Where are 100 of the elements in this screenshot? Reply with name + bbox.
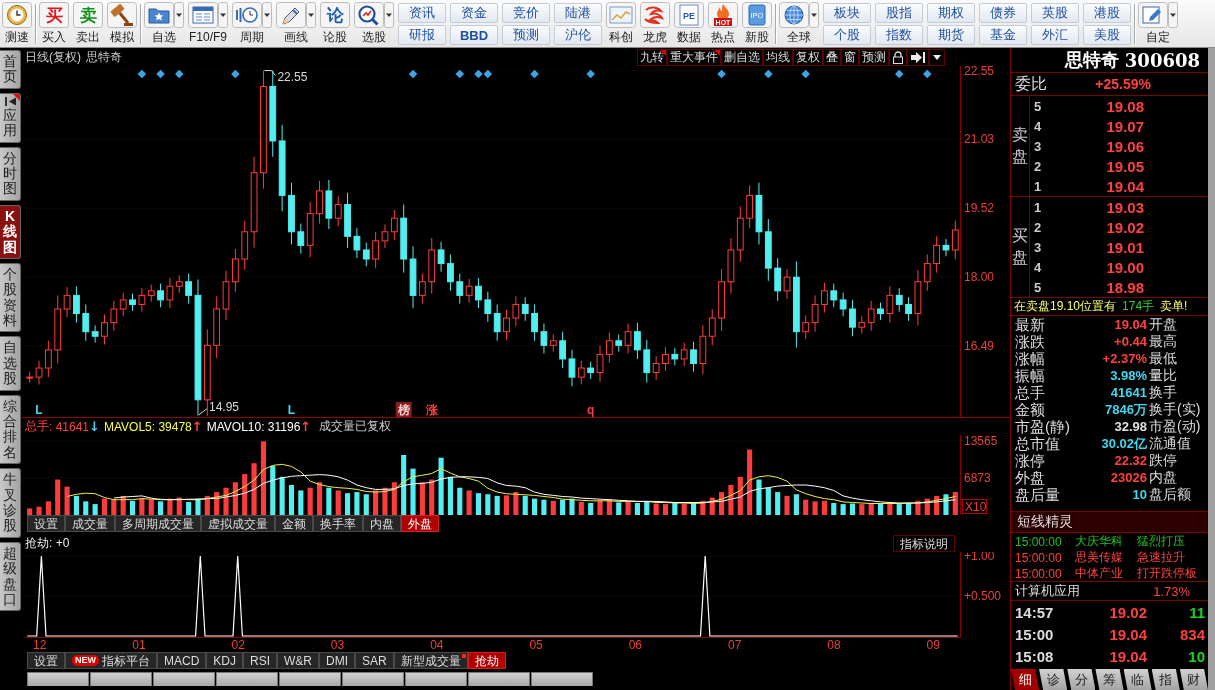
chart-tool-button[interactable]: 重大事件	[667, 48, 721, 66]
toolbar-button[interactable]: 板块	[823, 3, 871, 23]
toolbar-button[interactable]: 债券	[979, 3, 1027, 23]
panel-tab[interactable]: 诊	[1039, 669, 1068, 690]
volume-tab[interactable]: 外盘	[401, 515, 439, 532]
toolbar-button[interactable]: 画线	[276, 2, 316, 45]
month-label: 07	[727, 638, 742, 652]
alert-signal: 急速拉升	[1137, 549, 1186, 566]
indicator-tab[interactable]: KDJ	[206, 652, 243, 669]
toolbar-button[interactable]: 全球	[779, 2, 819, 45]
indicator-tab[interactable]: W&R	[277, 652, 320, 669]
toolbar-button[interactable]: F10/F9	[188, 2, 228, 45]
toolbar-button[interactable]: 科创	[606, 2, 636, 45]
toolbar-button[interactable]: 期权	[927, 3, 975, 23]
trend-arrow: ↑	[300, 419, 312, 434]
toolbar-button[interactable]: 预测	[502, 25, 550, 45]
indicator-tab[interactable]: MACD	[157, 652, 207, 669]
volume-tab[interactable]: 换手率	[313, 515, 363, 532]
price-value: 19.04	[1105, 177, 1144, 195]
toolbar-button[interactable]: 个股	[823, 25, 871, 45]
toolbar-button[interactable]: 基金	[979, 25, 1027, 45]
volume-tab[interactable]: 虚拟成交量	[201, 515, 275, 532]
sidebar-tab[interactable]: 牛叉诊股	[0, 468, 21, 538]
more-button[interactable]	[929, 48, 945, 66]
alert-signal: 打开跌停板	[1137, 565, 1198, 582]
help-button[interactable]: 指标说明	[893, 535, 955, 552]
toolbar-button[interactable]: PE 数据	[674, 2, 704, 45]
toolbar-button[interactable]: 卖 卖出	[73, 2, 103, 45]
rank-number: 5	[1034, 279, 1043, 295]
volume-tab[interactable]: 内盘	[363, 515, 401, 532]
panel-tab[interactable]: 筹	[1095, 669, 1124, 690]
toolbar-button[interactable]: 外汇	[1031, 25, 1079, 45]
panel-tab[interactable]: 分	[1067, 669, 1096, 690]
lock-button[interactable]	[889, 48, 907, 66]
legend-value: : 39478	[151, 419, 192, 434]
toolbar-button[interactable]: 沪伦	[554, 25, 602, 45]
price-value: 18.98	[1105, 278, 1144, 296]
stock-name: 思特奇	[1064, 48, 1119, 72]
rank-number: 4	[1034, 259, 1043, 275]
toolbar-button[interactable]: 买 买入	[39, 2, 69, 45]
toolbar-button[interactable]: 周期	[232, 2, 272, 45]
toolbar-button[interactable]: 股指	[875, 3, 923, 23]
stat-label: 跌停	[1148, 452, 1178, 469]
toolbar-button[interactable]: 测速	[2, 2, 32, 45]
chart-tool-button[interactable]: 窗	[841, 48, 859, 66]
toolbar-button[interactable]: 英股	[1031, 3, 1079, 23]
indicator-tab[interactable]: 抢劫	[467, 652, 506, 669]
sidebar-tab[interactable]: 综合排名	[0, 394, 21, 465]
chart-tool-button[interactable]: 均线	[763, 48, 793, 66]
stat-label: 最新	[1015, 316, 1046, 333]
panel-tab[interactable]: 临	[1123, 669, 1152, 690]
toolbar-button[interactable]: BBD	[450, 25, 498, 45]
sidebar-tab[interactable]: 个股资料	[0, 262, 21, 333]
toolbar-button[interactable]: 资讯	[398, 3, 446, 23]
axis-label: 18.00	[964, 269, 995, 284]
indicator-tab[interactable]: DMI	[319, 652, 356, 669]
volume-tab[interactable]: 成交量	[65, 515, 115, 532]
toolbar-button[interactable]: 港股	[1083, 3, 1131, 23]
toolbar-button[interactable]: 陆港	[554, 3, 602, 23]
chart-tool-button[interactable]: 九转	[637, 48, 667, 66]
window-icon	[188, 2, 218, 28]
panel-tab[interactable]: 细	[1011, 669, 1040, 690]
volume-tab[interactable]: 金额	[275, 515, 313, 532]
chart-tool-button[interactable]: 预测	[859, 48, 889, 66]
indicator-tab[interactable]: 设置	[27, 652, 65, 669]
sidebar-tab[interactable]: 超级盘口	[0, 541, 21, 612]
toolbar-button[interactable]: 自选	[144, 2, 184, 45]
indicator-tab[interactable]: 新型成交量	[393, 652, 468, 669]
volume-tab[interactable]: 多周期成交量	[115, 515, 201, 532]
indicator-tab[interactable]: NEW 指标平台	[65, 652, 157, 669]
toolbar-button[interactable]: 选股	[354, 2, 394, 45]
toolbar-button[interactable]: 模拟	[107, 2, 137, 45]
sidebar-tab[interactable]: 应用	[0, 92, 21, 143]
panel-tab[interactable]: 财	[1179, 669, 1208, 690]
chart-tool-button[interactable]: 删自选	[721, 48, 763, 66]
stat-value: 32.98	[1113, 419, 1147, 434]
volume-tab[interactable]: 设置	[27, 515, 65, 532]
toolbar-button[interactable]: 论 论股	[320, 2, 350, 45]
chart-tool-button[interactable]: 叠	[823, 48, 841, 66]
toolbar-button[interactable]: 指数	[875, 25, 923, 45]
toolbar-button[interactable]: 期货	[927, 25, 975, 45]
toolbar-button[interactable]: 资金	[450, 3, 498, 23]
toolbar-button[interactable]: 研报	[398, 25, 446, 45]
sidebar-tab[interactable]: 首页	[0, 50, 21, 89]
sidebar-tab[interactable]: 自选股	[0, 336, 21, 391]
sidebar-tab[interactable]: 分时图	[0, 146, 21, 201]
stat-label: 流通值	[1148, 435, 1192, 452]
panel-tab[interactable]: 指	[1151, 669, 1180, 690]
stat-value: 3.98%	[1109, 368, 1147, 383]
trade-price: 19.04	[1108, 647, 1147, 665]
toolbar-button[interactable]: 自定	[1138, 2, 1178, 45]
indicator-tab[interactable]: SAR	[355, 652, 394, 669]
price-value: 19.07	[1105, 117, 1144, 135]
indicator-tab[interactable]: RSI	[243, 652, 278, 669]
toolbar-button[interactable]: 龙虎	[640, 2, 670, 45]
sidebar-tab[interactable]: K线图	[0, 204, 21, 259]
toolbar-button[interactable]: 竞价	[502, 3, 550, 23]
toolbar-button[interactable]: 美股	[1083, 25, 1131, 45]
dock-button[interactable]	[907, 48, 929, 66]
chart-tool-button[interactable]: 复权	[793, 48, 823, 66]
